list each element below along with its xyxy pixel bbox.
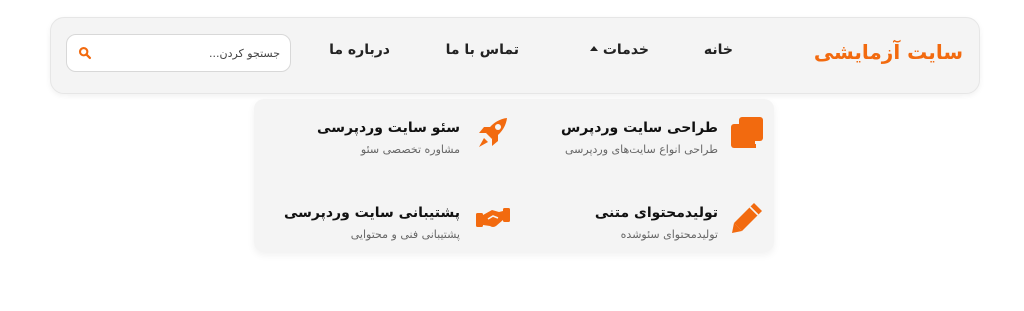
- nav-about[interactable]: درباره ما: [329, 42, 390, 58]
- rocket-icon: [479, 118, 507, 147]
- nav-contact[interactable]: تماس با ما: [446, 42, 519, 58]
- handshake-icon: [476, 208, 510, 227]
- menu-item-title: طراحی سایت وردپرس: [560, 120, 718, 136]
- header-navbar: سایت آزمایشی خانه خدمات تماس با ما دربار…: [50, 17, 980, 94]
- menu-item-subtitle: تولیدمحتوای سئوشده: [620, 228, 718, 241]
- menu-item-title: تولیدمحتوای متنی: [594, 205, 718, 221]
- menu-item-subtitle: پشتیبانی فنی و محتوایی: [350, 228, 460, 241]
- menu-item-subtitle: طراحی انواع سایت‌های وردپرسی: [565, 143, 718, 156]
- menu-item-title: سئو سایت وردپرسی: [317, 120, 460, 136]
- search-box: [66, 34, 291, 72]
- search-input[interactable]: [100, 35, 290, 71]
- page: سایت آزمایشی خانه خدمات تماس با ما دربار…: [0, 0, 1024, 311]
- search-icon[interactable]: [78, 46, 92, 60]
- services-dropdown: طراحی سایت وردپرس طراحی انواع سایت‌های و…: [254, 99, 774, 252]
- menu-item-title: پشتیبانی سایت وردپرسی: [283, 205, 460, 221]
- site-brand[interactable]: سایت آزمایشی: [814, 40, 963, 64]
- copy-icon: [731, 117, 763, 148]
- menu-item-wordpress-support[interactable]: پشتیبانی سایت وردپرسی پشتیبانی فنی و محت…: [262, 193, 512, 253]
- menu-item-subtitle: مشاوره تخصصی سئو: [360, 143, 460, 156]
- menu-item-wordpress-design[interactable]: طراحی سایت وردپرس طراحی انواع سایت‌های و…: [516, 108, 766, 168]
- pencil-icon: [732, 203, 762, 233]
- caret-up-icon: [589, 45, 598, 51]
- menu-item-content-writing[interactable]: تولیدمحتوای متنی تولیدمحتوای سئوشده: [516, 193, 766, 253]
- nav-home[interactable]: خانه: [704, 42, 733, 58]
- nav-services[interactable]: خدمات: [589, 42, 649, 58]
- menu-item-wordpress-seo[interactable]: سئو سایت وردپرسی مشاوره تخصصی سئو: [262, 108, 512, 168]
- nav-services-label: خدمات: [602, 42, 649, 58]
